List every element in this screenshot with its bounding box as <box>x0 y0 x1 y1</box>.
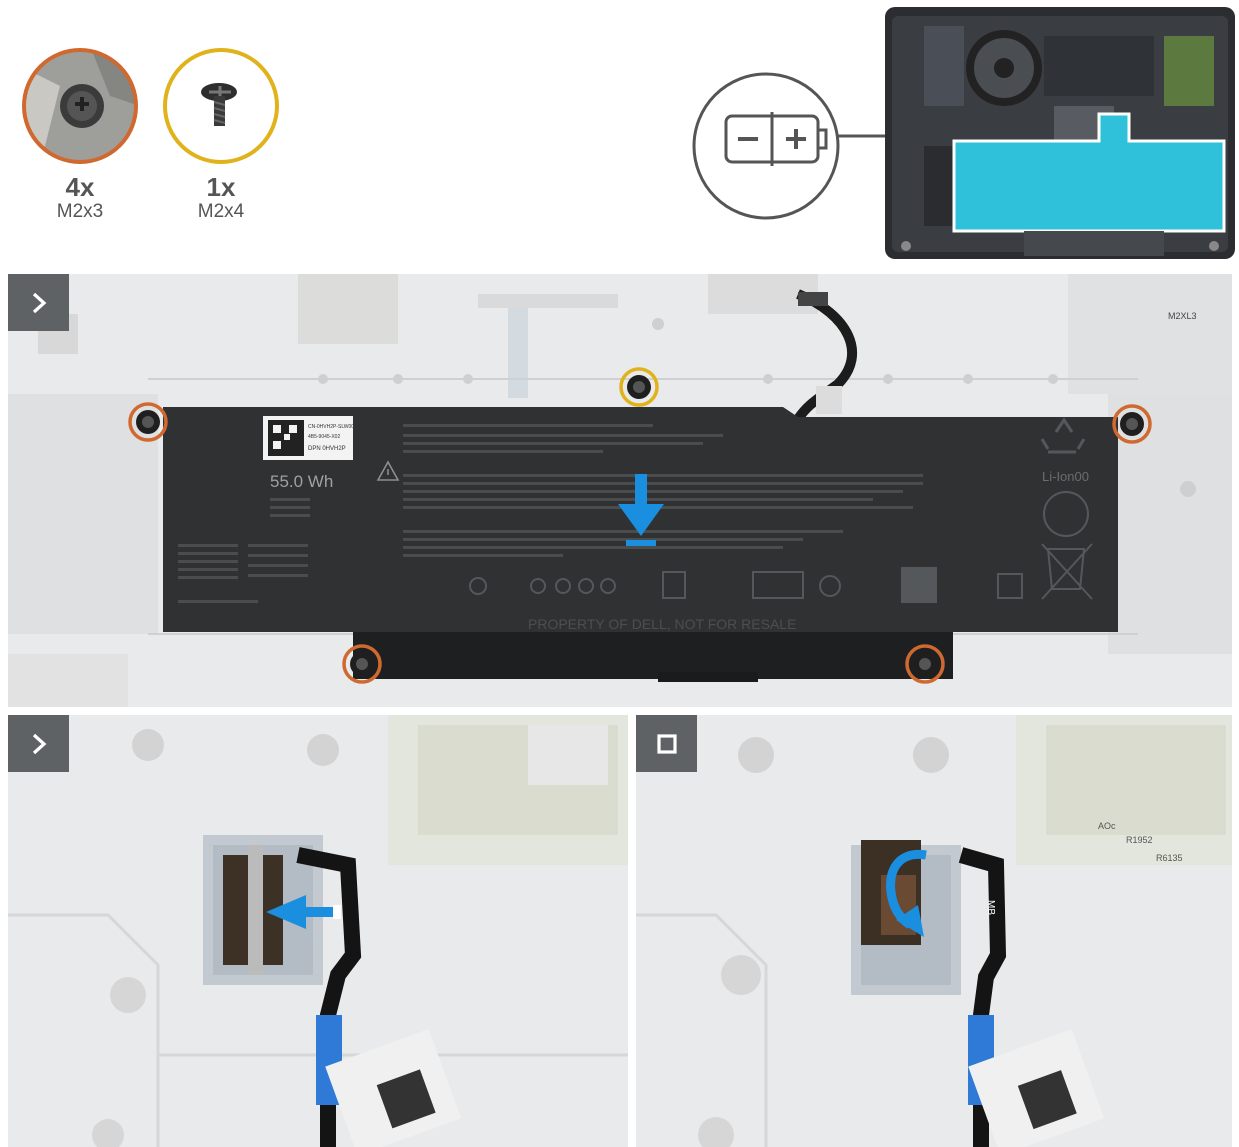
label-line-1: CN-0HVH2P-SLW00- <box>308 424 356 430</box>
pcb-mark-aoc: AOc <box>1098 821 1116 831</box>
screw-count: 1x <box>206 172 236 202</box>
step-3-illustration: R1952 R6135 AOc MB <box>636 715 1232 1147</box>
step-3-panel: R1952 R6135 AOc MB <box>636 715 1232 1147</box>
pcb-mark-r6135: R6135 <box>1156 853 1183 863</box>
step-2-illustration <box>8 715 628 1147</box>
liion-mark: Li-Ion00 <box>1042 469 1089 484</box>
step-1-badge <box>8 274 69 331</box>
step-2-badge <box>8 715 69 772</box>
laptop-base-overview <box>885 7 1235 259</box>
stop-square-icon <box>656 733 677 754</box>
screw-size: M2x4 <box>197 201 245 222</box>
screw-legend: 4x M2x3 1x M2x4 <box>0 0 300 240</box>
screw-m2x4-icon <box>163 48 279 164</box>
battery-resale-label: PROPERTY OF DELL, NOT FOR RESALE <box>528 616 796 632</box>
corner-mark: M2XL3 <box>1168 311 1197 321</box>
chevron-right-icon <box>32 733 46 754</box>
pcb-mark-r1952: R1952 <box>1126 835 1153 845</box>
step-2-panel <box>8 715 628 1147</box>
step-3-badge <box>636 715 697 772</box>
label-line-2: 4B5-9045-X02 <box>308 434 340 440</box>
battery-capacity: 55.0 Wh <box>270 472 333 491</box>
label-line-3: DPN 0HVH2P <box>308 446 346 452</box>
screw-m2x3-icon <box>22 48 138 164</box>
connector-tag: MB <box>985 900 996 915</box>
screw-legend-item-1: 4x M2x3 <box>20 174 140 224</box>
screw-count: 4x <box>65 172 95 202</box>
step-1-illustration: CN-0HVH2P-SLW00- 4B5-9045-X02 DPN 0HVH2P… <box>8 274 1232 707</box>
step-1-panel: CN-0HVH2P-SLW00- 4B5-9045-X02 DPN 0HVH2P… <box>8 274 1232 707</box>
screw-size: M2x3 <box>56 201 104 222</box>
screw-legend-item-2: 1x M2x4 <box>161 174 281 224</box>
battery-callout <box>692 72 900 220</box>
chevron-right-icon <box>32 292 46 313</box>
